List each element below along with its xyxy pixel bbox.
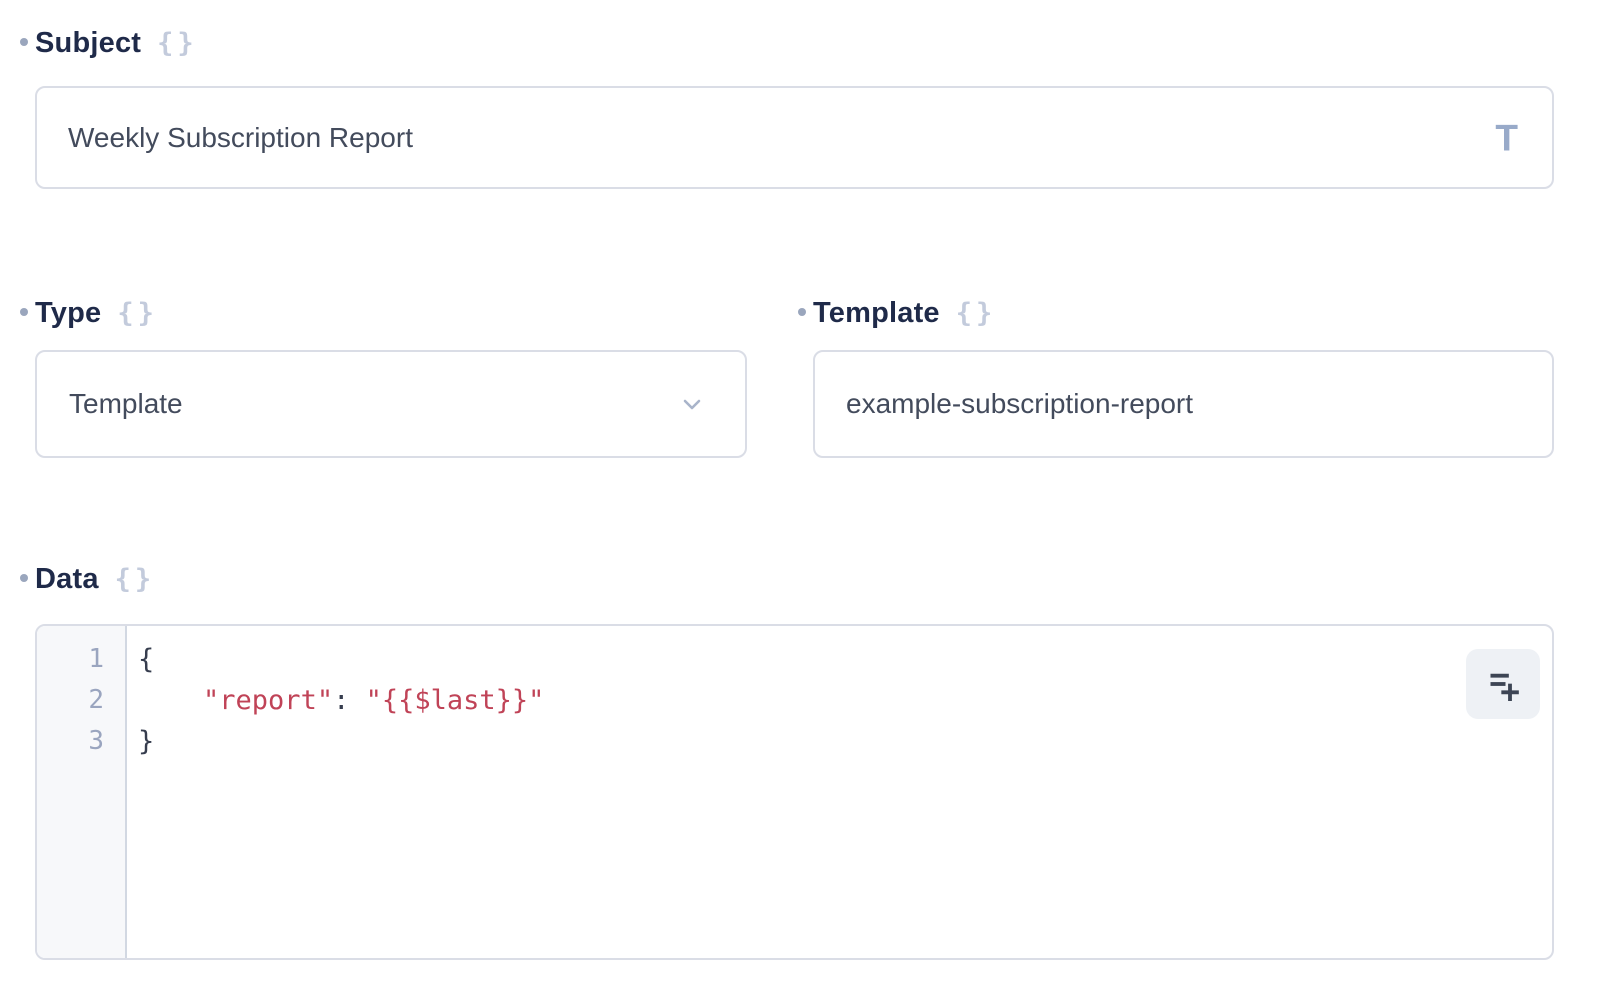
subject-label: Subject xyxy=(35,27,141,60)
playlist-add-icon xyxy=(1483,664,1523,704)
template-input[interactable] xyxy=(813,350,1554,458)
subject-input[interactable] xyxy=(35,86,1554,189)
code-line: } xyxy=(138,721,1552,762)
type-template-row: Type {} Template Template {} xyxy=(35,296,1554,458)
required-dot xyxy=(20,308,28,316)
subject-field: Subject {} T xyxy=(35,26,1554,189)
code-token: { xyxy=(138,644,154,675)
required-dot xyxy=(20,574,28,582)
text-type-icon[interactable]: T xyxy=(1495,119,1518,156)
code-token xyxy=(138,685,203,716)
type-field: Type {} Template xyxy=(35,296,747,458)
chevron-down-icon xyxy=(677,389,707,419)
expression-braces-icon[interactable]: {} xyxy=(956,298,997,329)
required-dot xyxy=(20,38,28,46)
line-number: 2 xyxy=(37,680,125,721)
type-select[interactable]: Template xyxy=(35,350,747,458)
expression-braces-icon[interactable]: {} xyxy=(157,28,198,59)
type-selected-value: Template xyxy=(69,388,183,420)
node-parameters-panel: Subject {} T Type {} Template xyxy=(0,0,1600,984)
type-label-row: Type {} xyxy=(35,296,747,330)
code-content[interactable]: { "report": "{{$last}}" } xyxy=(127,626,1552,958)
code-token-string: "report" xyxy=(203,685,333,716)
line-number: 1 xyxy=(37,639,125,680)
subject-label-row: Subject {} xyxy=(35,26,1554,60)
code-token: } xyxy=(138,726,154,757)
code-token-string: "{{$last}}" xyxy=(366,685,545,716)
data-field: Data {} 1 2 3 { "report": "{{$last}}" } xyxy=(35,562,1554,960)
code-line: { xyxy=(138,639,1552,680)
data-label: Data xyxy=(35,563,99,596)
line-number-gutter: 1 2 3 xyxy=(37,626,127,958)
line-number: 3 xyxy=(37,721,125,762)
required-dot xyxy=(798,308,806,316)
json-code-editor: 1 2 3 { "report": "{{$last}}" } xyxy=(35,624,1554,960)
template-label: Template xyxy=(813,297,940,330)
code-token: : xyxy=(333,685,366,716)
type-label: Type xyxy=(35,297,101,330)
format-json-button[interactable] xyxy=(1466,649,1540,719)
template-label-row: Template {} xyxy=(813,296,1554,330)
expression-braces-icon[interactable]: {} xyxy=(115,564,156,595)
expression-braces-icon[interactable]: {} xyxy=(117,298,158,329)
code-line: "report": "{{$last}}" xyxy=(138,680,1552,721)
data-label-row: Data {} xyxy=(35,562,1554,596)
template-field: Template {} xyxy=(813,296,1554,458)
subject-input-wrap: T xyxy=(35,86,1554,189)
template-input-wrap xyxy=(813,350,1554,458)
